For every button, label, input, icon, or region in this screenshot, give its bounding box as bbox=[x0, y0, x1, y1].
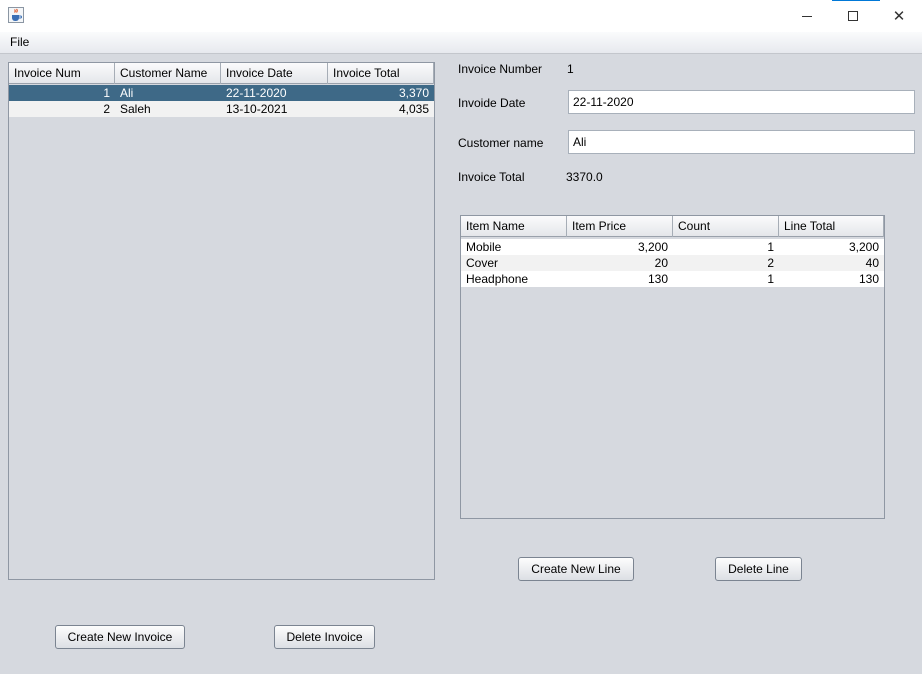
column-header-line-total[interactable]: Line Total bbox=[779, 216, 884, 237]
cell-invoice-num: 1 bbox=[103, 86, 110, 100]
cell-invoice-date: 22-11-2020 bbox=[226, 86, 287, 100]
close-icon: ✕ bbox=[892, 8, 906, 25]
invoice-total-value: 3370.0 bbox=[566, 170, 603, 184]
cell-count: 1 bbox=[767, 272, 774, 286]
cell-invoice-total: 4,035 bbox=[398, 102, 429, 116]
cell-item-name: Mobile bbox=[466, 240, 502, 254]
java-cup-icon bbox=[8, 7, 24, 23]
column-header-invoice-num[interactable]: Invoice Num bbox=[9, 63, 115, 84]
invoice-number-label: Invoice Number bbox=[458, 62, 543, 76]
invoice-number-value: 1 bbox=[567, 62, 574, 76]
cell-customer-name: Ali bbox=[120, 86, 134, 100]
customer-name-label: Customer name bbox=[458, 136, 544, 150]
invoice-lines-table-header: Item Name Item Price Count Line Total bbox=[461, 216, 884, 237]
invoices-table-header: Invoice Num Customer Name Invoice Date I… bbox=[9, 63, 434, 84]
cell-line-total: 130 bbox=[858, 272, 879, 286]
cell-customer-name: Saleh bbox=[120, 102, 151, 116]
cell-item-price: 130 bbox=[647, 272, 668, 286]
column-header-customer-name[interactable]: Customer Name bbox=[115, 63, 221, 84]
table-row[interactable]: 2 Saleh 13-10-2021 4,035 bbox=[9, 101, 434, 117]
cell-invoice-num: 2 bbox=[103, 102, 110, 116]
column-header-invoice-date[interactable]: Invoice Date bbox=[221, 63, 328, 84]
table-row[interactable]: Cover 20 2 40 bbox=[461, 255, 884, 271]
invoices-table[interactable]: Invoice Num Customer Name Invoice Date I… bbox=[8, 62, 435, 580]
create-new-invoice-button[interactable]: Create New Invoice bbox=[55, 625, 185, 649]
cell-line-total: 40 bbox=[865, 256, 879, 270]
cell-invoice-total: 3,370 bbox=[398, 86, 429, 100]
cell-count: 1 bbox=[767, 240, 774, 254]
minimize-icon bbox=[802, 15, 812, 17]
cell-invoice-date: 13-10-2021 bbox=[226, 102, 288, 116]
cell-item-price: 3,200 bbox=[637, 240, 668, 254]
table-row[interactable]: Mobile 3,200 1 3,200 bbox=[461, 239, 884, 255]
table-row[interactable]: Headphone 130 1 130 bbox=[461, 271, 884, 287]
close-button[interactable]: ✕ bbox=[876, 0, 922, 32]
customer-name-field[interactable] bbox=[568, 130, 915, 154]
column-header-invoice-total[interactable]: Invoice Total bbox=[328, 63, 434, 84]
menu-bar: File bbox=[0, 32, 922, 54]
table-row[interactable]: 1 Ali 22-11-2020 3,370 bbox=[9, 85, 434, 101]
minimize-button[interactable] bbox=[784, 0, 830, 32]
column-header-count[interactable]: Count bbox=[673, 216, 779, 237]
cell-item-name: Headphone bbox=[466, 272, 529, 286]
delete-invoice-button[interactable]: Delete Invoice bbox=[274, 625, 375, 649]
invoice-date-field[interactable] bbox=[568, 90, 915, 114]
cell-item-name: Cover bbox=[466, 256, 499, 270]
invoice-lines-table[interactable]: Item Name Item Price Count Line Total Mo… bbox=[460, 215, 885, 519]
invoice-total-label: Invoice Total bbox=[458, 170, 525, 184]
cell-line-total: 3,200 bbox=[848, 240, 879, 254]
title-bar: ✕ bbox=[0, 0, 922, 32]
maximize-button[interactable] bbox=[830, 0, 876, 32]
menu-file[interactable]: File bbox=[10, 35, 29, 49]
column-header-item-price[interactable]: Item Price bbox=[567, 216, 673, 237]
column-header-item-name[interactable]: Item Name bbox=[461, 216, 567, 237]
invoice-date-label: Invoide Date bbox=[458, 96, 526, 110]
delete-line-button[interactable]: Delete Line bbox=[715, 557, 802, 581]
cell-count: 2 bbox=[767, 256, 774, 270]
create-new-line-button[interactable]: Create New Line bbox=[518, 557, 634, 581]
cell-item-price: 20 bbox=[654, 256, 668, 270]
maximize-icon bbox=[848, 11, 858, 21]
